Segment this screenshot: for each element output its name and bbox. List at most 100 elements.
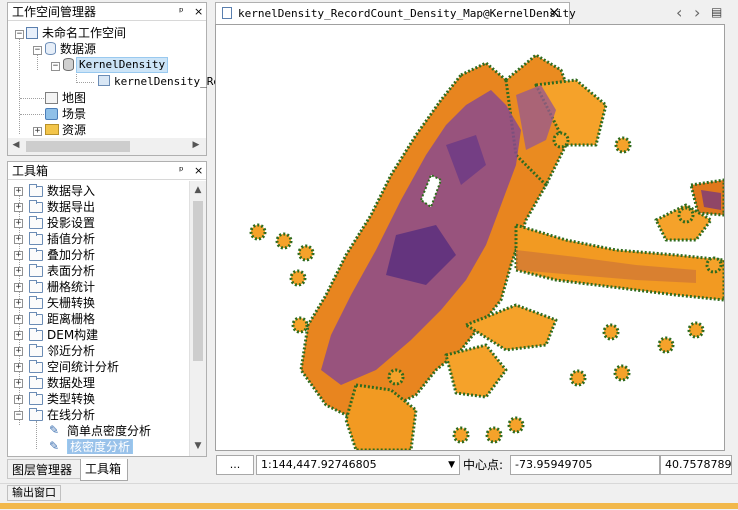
scroll-left-icon[interactable]: ◀	[11, 140, 21, 150]
expand-toggle[interactable]: +	[14, 283, 23, 292]
toolbox-item[interactable]: 空间统计分析	[47, 359, 119, 375]
tab-prev-icon[interactable]: ‹	[676, 3, 682, 22]
folder-icon	[29, 248, 43, 261]
toolbox-item[interactable]: 矢栅转换	[47, 295, 95, 311]
folder-icon	[29, 328, 43, 341]
collapse-toggle[interactable]: −	[15, 30, 24, 39]
toolbox-item[interactable]: 表面分析	[47, 263, 95, 279]
toolbox-item[interactable]: 投影设置	[47, 215, 95, 231]
tree-item-maps[interactable]: 地图	[62, 90, 86, 106]
tab-menu-icon[interactable]: ▤	[711, 5, 722, 19]
wrench-icon: ✎	[49, 439, 60, 453]
scene-icon	[45, 108, 58, 120]
toolbox-panel-header: 工具箱 ᵖ ×	[8, 162, 206, 180]
toolbox-item[interactable]: 栅格统计	[47, 279, 95, 295]
tool-kernel-density[interactable]: 核密度分析	[67, 439, 134, 454]
folder-icon	[29, 392, 43, 405]
workspace-panel-title: 工作空间管理器	[12, 5, 97, 19]
expand-toggle[interactable]: +	[14, 315, 23, 324]
tree-item-datasources[interactable]: 数据源	[60, 41, 96, 57]
expand-toggle[interactable]: +	[14, 395, 23, 404]
workspace-panel: 工作空间管理器 ᵖ × − 未命名工作空间 − 数据源 − KernelDens…	[7, 2, 220, 156]
tree-item-density-dataset[interactable]: kernelDensity_Re	[114, 74, 220, 90]
toolbox-item[interactable]: 叠加分析	[47, 247, 95, 263]
folder-icon	[29, 296, 43, 309]
map-tab-title: kernelDensity_RecordCount_Density_Map@Ke…	[238, 7, 576, 20]
horizontal-scrollbar[interactable]: ◀ ▶	[8, 138, 206, 155]
toolbox-item[interactable]: 数据导入	[47, 183, 95, 199]
scroll-thumb[interactable]	[193, 201, 203, 361]
tool-simple-density[interactable]: 简单点密度分析	[67, 423, 151, 439]
expand-toggle[interactable]: +	[14, 347, 23, 356]
close-icon[interactable]: ×	[548, 4, 561, 20]
folder-icon	[29, 200, 43, 213]
folder-icon	[29, 360, 43, 373]
toolbox-item[interactable]: 数据处理	[47, 375, 95, 391]
expand-toggle[interactable]: +	[14, 331, 23, 340]
toolbox-item[interactable]: 数据导出	[47, 199, 95, 215]
close-icon[interactable]: ×	[194, 162, 203, 180]
folder-icon	[29, 312, 43, 325]
center-x-field[interactable]: -73.95949705	[510, 455, 660, 475]
toolbox-item[interactable]: 插值分析	[47, 231, 95, 247]
scroll-right-icon[interactable]: ▶	[191, 140, 201, 150]
folder-icon	[29, 344, 43, 357]
pin-icon[interactable]: ᵖ	[179, 3, 184, 21]
toolbox-item[interactable]: 距离栅格	[47, 311, 95, 327]
expand-toggle[interactable]: +	[14, 363, 23, 372]
tab-layer-manager[interactable]: 图层管理器	[7, 459, 81, 479]
workspace-panel-header: 工作空间管理器 ᵖ ×	[8, 3, 206, 21]
map-tab[interactable]: kernelDensity_RecordCount_Density_Map@Ke…	[215, 2, 576, 24]
scale-value: 1:144,447.92746805	[261, 458, 377, 471]
scroll-up-icon[interactable]: ▲	[193, 185, 203, 195]
wrench-icon: ✎	[49, 423, 60, 437]
tree-item-scenes[interactable]: 场景	[62, 106, 86, 122]
expand-toggle[interactable]: +	[14, 267, 23, 276]
scroll-down-icon[interactable]: ▼	[193, 441, 203, 451]
expand-toggle[interactable]: +	[14, 251, 23, 260]
map-icon	[45, 92, 58, 104]
tree-item-resources[interactable]: 资源	[62, 122, 86, 138]
close-icon[interactable]: ×	[194, 3, 203, 21]
status-dots-button[interactable]: ...	[216, 455, 254, 475]
workspace-icon	[26, 27, 38, 39]
folder-icon	[29, 232, 43, 245]
collapse-toggle[interactable]: −	[51, 62, 60, 71]
expand-toggle[interactable]: +	[14, 187, 23, 196]
expand-toggle[interactable]: +	[14, 203, 23, 212]
vertical-scrollbar[interactable]: ▲ ▼	[189, 181, 206, 456]
scale-dropdown[interactable]: 1:144,447.92746805 ▼	[256, 455, 460, 475]
resources-icon	[45, 124, 59, 135]
expand-toggle[interactable]: +	[14, 219, 23, 228]
collapse-toggle[interactable]: −	[33, 46, 42, 55]
folder-icon	[29, 376, 43, 389]
center-y-field[interactable]: 40.7578789:	[660, 455, 732, 475]
map-view[interactable]	[215, 24, 725, 451]
folder-icon	[29, 184, 43, 197]
toolbox-panel-title: 工具箱	[12, 164, 49, 178]
tree-item-kerneldensity[interactable]: KernelDensity	[76, 57, 169, 73]
toolbox-item-online[interactable]: 在线分析	[47, 407, 95, 423]
folder-icon	[29, 264, 43, 277]
toolbox-item[interactable]: 类型转换	[47, 391, 95, 407]
tab-toolbox[interactable]: 工具箱	[80, 459, 128, 481]
collapse-toggle[interactable]: −	[14, 411, 23, 420]
expand-toggle[interactable]: +	[33, 127, 42, 136]
expand-toggle[interactable]: +	[14, 299, 23, 308]
folder-icon	[29, 216, 43, 229]
toolbox-item[interactable]: 邻近分析	[47, 343, 95, 359]
toolbox-item[interactable]: DEM构建	[47, 327, 98, 343]
expand-toggle[interactable]: +	[14, 235, 23, 244]
tree-item-workspace[interactable]: 未命名工作空间	[42, 25, 126, 41]
scroll-thumb[interactable]	[26, 141, 130, 152]
toolbox-list: + 数据导入 + 数据导出 + 投影设置 + 插值分析 + 叠加分析 + 表面分析 + 栅格统…	[7, 181, 187, 454]
expand-toggle[interactable]: +	[14, 379, 23, 388]
database-icon	[63, 58, 74, 71]
bottom-frame-edge	[0, 503, 738, 509]
folder-icon	[29, 408, 43, 421]
output-window-tab[interactable]: 输出窗口	[7, 485, 61, 501]
tab-next-icon[interactable]: ›	[694, 3, 700, 22]
datasource-icon	[45, 42, 56, 55]
center-point-label: 中心点:	[463, 458, 504, 472]
pin-icon[interactable]: ᵖ	[179, 162, 184, 180]
